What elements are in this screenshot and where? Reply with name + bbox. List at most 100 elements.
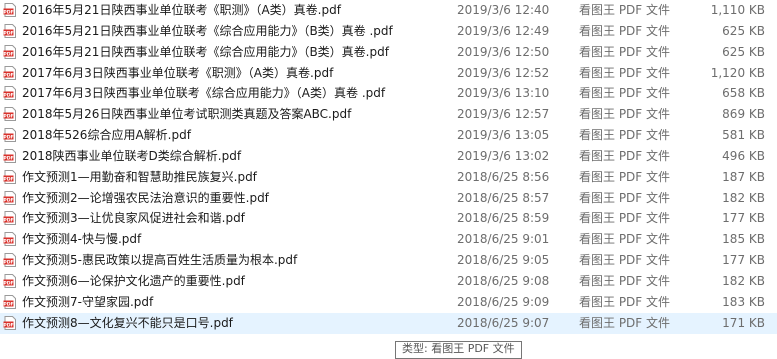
file-row[interactable]: PDF 作文预测1—用勤奋和智慧助推民族复兴.pdf 2018/6/25 8:5… [0, 167, 777, 188]
file-name: 2016年5月21日陕西事业单位联考《综合应用能力》（B类）真卷.pdf [22, 44, 389, 59]
svg-text:PDF: PDF [3, 72, 13, 78]
file-name: 作文预测1—用勤奋和智慧助推民族复兴.pdf [22, 169, 257, 184]
svg-text:PDF: PDF [3, 197, 13, 203]
svg-text:PDF: PDF [3, 301, 13, 307]
pdf-file-icon: PDF [3, 65, 16, 80]
file-name: 作文预测4-快与慢.pdf [22, 232, 142, 247]
file-size: 177 KB [722, 253, 765, 268]
file-type: 看图王 PDF 文件 [579, 128, 671, 143]
svg-text:PDF: PDF [3, 155, 13, 161]
svg-text:PDF: PDF [3, 239, 13, 245]
file-type: 看图王 PDF 文件 [579, 211, 671, 226]
file-type: 看图王 PDF 文件 [579, 3, 671, 17]
file-size: 581 KB [722, 128, 765, 143]
file-row[interactable]: PDF 2017年6月3日陕西事业单位联考《综合应用能力》（A类）真卷 .pdf… [0, 83, 777, 104]
file-date: 2019/3/6 12:57 [457, 107, 550, 122]
pdf-file-icon: PDF [3, 3, 16, 17]
file-size: 496 KB [722, 148, 765, 163]
svg-text:PDF: PDF [3, 114, 13, 120]
pdf-file-icon: PDF [3, 148, 16, 163]
file-row[interactable]: PDF 2018年526综合应用A解析.pdf 2019/3/6 13:05 看… [0, 125, 777, 146]
file-type: 看图王 PDF 文件 [579, 169, 671, 184]
file-name: 2016年5月21日陕西事业单位联考《综合应用能力》（B类）真卷 .pdf [22, 23, 393, 38]
file-name: 2017年6月3日陕西事业单位联考《职测》（A类）真卷.pdf [22, 65, 334, 80]
file-date: 2018/6/25 8:57 [457, 190, 550, 205]
file-name: 2016年5月21日陕西事业单位联考《职测》（A类）真卷.pdf [22, 3, 341, 17]
file-type: 看图王 PDF 文件 [579, 65, 671, 80]
file-size: 187 KB [722, 169, 765, 184]
file-row[interactable]: PDF 2017年6月3日陕西事业单位联考《职测》（A类）真卷.pdf 2019… [0, 63, 777, 84]
file-date: 2018/6/25 9:07 [457, 315, 550, 330]
file-date: 2018/6/25 8:59 [457, 211, 550, 226]
pdf-file-icon: PDF [3, 44, 16, 59]
file-row[interactable]: PDF 作文预测3—让优良家风促进社会和谐.pdf 2018/6/25 8:59… [0, 208, 777, 229]
file-type: 看图王 PDF 文件 [579, 294, 671, 309]
file-size: 625 KB [722, 44, 765, 59]
file-size: 182 KB [722, 190, 765, 205]
file-name: 作文预测3—让优良家风促进社会和谐.pdf [22, 211, 245, 226]
pdf-file-icon: PDF [3, 107, 16, 122]
svg-text:PDF: PDF [3, 30, 13, 36]
file-type: 看图王 PDF 文件 [579, 253, 671, 268]
file-type: 看图王 PDF 文件 [579, 190, 671, 205]
file-date: 2019/3/6 13:02 [457, 148, 550, 163]
pdf-file-icon: PDF [3, 86, 16, 101]
file-type: 看图王 PDF 文件 [579, 315, 671, 330]
file-row-hovered[interactable]: PDF 作文预测8—文化复兴不能只是口号.pdf 2018/6/25 9:07 … [0, 312, 777, 334]
pdf-file-icon: PDF [3, 169, 16, 184]
file-name: 作文预测7-守望家园.pdf [22, 294, 154, 309]
svg-text:PDF: PDF [3, 93, 13, 99]
file-type: 看图王 PDF 文件 [579, 107, 671, 122]
file-type: 看图王 PDF 文件 [579, 44, 671, 59]
pdf-file-icon: PDF [3, 211, 16, 226]
file-row[interactable]: PDF 作文预测5-惠民政策以提高百姓生活质量为根本.pdf 2018/6/25… [0, 250, 777, 271]
file-row[interactable]: PDF 2016年5月21日陕西事业单位联考《综合应用能力》（B类）真卷 .pd… [0, 21, 777, 42]
file-name: 作文预测6—论保护文化遗产的重要性.pdf [22, 273, 245, 288]
file-date: 2019/3/6 12:49 [457, 23, 550, 38]
file-list: PDF 2016年5月21日陕西事业单位联考《职测》（A类）真卷.pdf 201… [0, 0, 777, 334]
file-row[interactable]: PDF 2016年5月21日陕西事业单位联考《综合应用能力》（B类）真卷.pdf… [0, 42, 777, 63]
file-name: 2017年6月3日陕西事业单位联考《综合应用能力》（A类）真卷 .pdf [22, 86, 386, 101]
file-type-tooltip: 类型: 看图王 PDF 文件 [395, 341, 522, 359]
file-name: 作文预测8—文化复兴不能只是口号.pdf [22, 315, 233, 330]
file-size: 171 KB [722, 315, 765, 330]
file-size: 182 KB [722, 273, 765, 288]
svg-text:PDF: PDF [3, 280, 13, 286]
file-date: 2018/6/25 9:05 [457, 253, 550, 268]
file-date: 2018/6/25 8:56 [457, 169, 550, 184]
file-date: 2019/3/6 12:52 [457, 65, 550, 80]
file-row[interactable]: PDF 2016年5月21日陕西事业单位联考《职测》（A类）真卷.pdf 201… [0, 0, 777, 21]
file-row[interactable]: PDF 作文预测6—论保护文化遗产的重要性.pdf 2018/6/25 9:08… [0, 271, 777, 292]
pdf-file-icon: PDF [3, 23, 16, 38]
file-row[interactable]: PDF 作文预测7-守望家园.pdf 2018/6/25 9:09 看图王 PD… [0, 292, 777, 313]
file-date: 2018/6/25 9:09 [457, 294, 550, 309]
file-date: 2019/3/6 12:40 [457, 3, 550, 17]
file-name: 2018陕西事业单位联考D类综合解析.pdf [22, 148, 242, 163]
file-type: 看图王 PDF 文件 [579, 148, 671, 163]
pdf-file-icon: PDF [3, 190, 16, 205]
file-size: 183 KB [722, 294, 765, 309]
pdf-file-icon: PDF [3, 253, 16, 268]
svg-text:PDF: PDF [3, 218, 13, 224]
svg-text:PDF: PDF [3, 51, 13, 57]
svg-text:PDF: PDF [3, 134, 13, 140]
pdf-file-icon: PDF [3, 294, 16, 309]
file-row[interactable]: PDF 2018陕西事业单位联考D类综合解析.pdf 2019/3/6 13:0… [0, 146, 777, 167]
file-row[interactable]: PDF 作文预测4-快与慢.pdf 2018/6/25 9:01 看图王 PDF… [0, 229, 777, 250]
file-row[interactable]: PDF 2018年5月26日陕西事业单位考试职测类真题及答案ABC.pdf 20… [0, 104, 777, 125]
file-size: 177 KB [722, 211, 765, 226]
pdf-file-icon: PDF [3, 128, 16, 143]
file-type: 看图王 PDF 文件 [579, 86, 671, 101]
file-name: 2018年5月26日陕西事业单位考试职测类真题及答案ABC.pdf [22, 107, 352, 122]
file-size: 185 KB [722, 232, 765, 247]
file-date: 2018/6/25 9:08 [457, 273, 550, 288]
file-type: 看图王 PDF 文件 [579, 23, 671, 38]
svg-text:PDF: PDF [3, 259, 13, 265]
file-size: 625 KB [722, 23, 765, 38]
file-size: 1,110 KB [710, 3, 765, 17]
file-name: 作文预测2—论增强农民法治意识的重要性.pdf [22, 190, 269, 205]
file-row[interactable]: PDF 作文预测2—论增强农民法治意识的重要性.pdf 2018/6/25 8:… [0, 188, 777, 209]
file-date: 2019/3/6 12:50 [457, 44, 550, 59]
pdf-file-icon: PDF [3, 315, 16, 330]
file-type: 看图王 PDF 文件 [579, 232, 671, 247]
